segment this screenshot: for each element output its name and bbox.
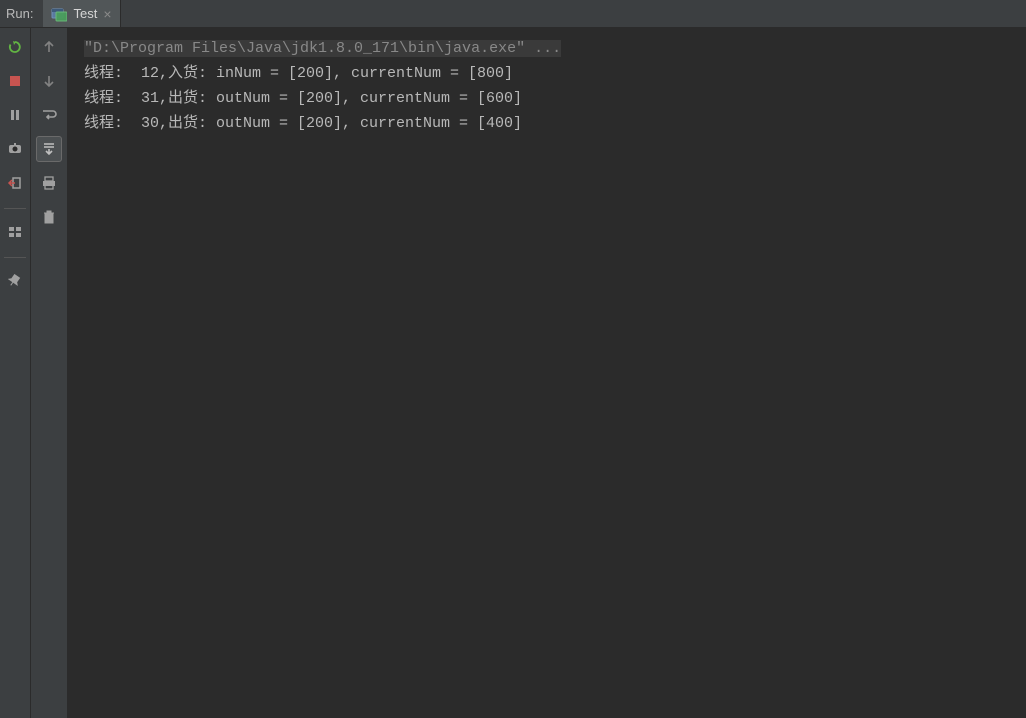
pause-button[interactable] (2, 102, 28, 128)
down-button[interactable] (36, 68, 62, 94)
left-gutter-secondary (31, 28, 68, 718)
divider (4, 208, 26, 209)
close-icon[interactable]: × (103, 6, 111, 22)
rerun-button[interactable] (2, 34, 28, 60)
run-tab[interactable]: Test × (43, 0, 120, 27)
layout-button[interactable] (2, 219, 28, 245)
stop-button[interactable] (2, 68, 28, 94)
pin-button[interactable] (2, 268, 28, 294)
exit-button[interactable] (2, 170, 28, 196)
application-icon (51, 6, 67, 22)
print-button[interactable] (36, 170, 62, 196)
scroll-to-end-button[interactable] (36, 136, 62, 162)
output-line: 线程: 31,出货: outNum = [200], currentNum = … (84, 86, 1026, 111)
clear-all-button[interactable] (36, 204, 62, 230)
command-line: "D:\Program Files\Java\jdk1.8.0_171\bin\… (84, 40, 561, 57)
left-gutter-primary (0, 28, 31, 718)
dump-threads-button[interactable] (2, 136, 28, 162)
console-output[interactable]: "D:\Program Files\Java\jdk1.8.0_171\bin\… (68, 28, 1026, 718)
output-line: 线程: 30,出货: outNum = [200], currentNum = … (84, 111, 1026, 136)
run-header: Run: Test × (0, 0, 1026, 28)
divider (4, 257, 26, 258)
up-button[interactable] (36, 34, 62, 60)
run-label: Run: (0, 0, 43, 27)
main: "D:\Program Files\Java\jdk1.8.0_171\bin\… (0, 28, 1026, 718)
output-line: 线程: 12,入货: inNum = [200], currentNum = [… (84, 61, 1026, 86)
soft-wrap-button[interactable] (36, 102, 62, 128)
tab-label: Test (73, 6, 97, 21)
